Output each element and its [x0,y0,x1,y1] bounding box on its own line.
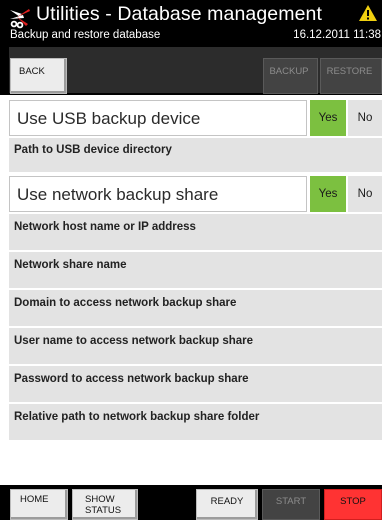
network-username-label: User name to access network backup share [14,335,254,347]
home-button[interactable]: HOME [10,489,68,520]
network-relative-path-label: Relative path to network backup share fo… [14,411,260,423]
page-subtitle: Backup and restore database [10,29,161,41]
network-username-field[interactable]: User name to access network backup share [9,328,382,364]
network-password-label: Password to access network backup share [14,373,249,385]
stop-button[interactable]: STOP [324,489,382,520]
show-status-line2: STATUS [85,505,122,516]
network-relative-path-field[interactable]: Relative path to network backup share fo… [9,404,382,440]
back-button[interactable]: BACK [10,58,67,94]
network-host-label: Network host name or IP address [14,221,196,233]
network-host-field[interactable]: Network host name or IP address [9,214,382,250]
home-button-label: HOME [20,494,49,505]
ready-button[interactable]: READY [196,489,258,520]
usb-path-label: Path to USB device directory [14,144,172,156]
show-status-line1: SHOW [85,494,115,505]
network-backup-toggle-label: Use network backup share [9,176,307,212]
network-share-label: Network share name [14,259,127,271]
network-backup-no-button[interactable]: No [348,176,382,212]
scissors-logo-icon [10,9,30,29]
network-backup-yes-button[interactable]: Yes [310,176,346,212]
show-status-button[interactable]: SHOW STATUS [72,489,138,520]
restore-button[interactable]: RESTORE [320,58,382,94]
backup-button[interactable]: BACKUP [263,58,318,94]
network-domain-label: Domain to access network backup share [14,297,237,309]
window-title: Utilities - Database management [36,3,322,25]
start-button[interactable]: START [262,489,320,520]
network-share-field[interactable]: Network share name [9,252,382,288]
clock-datetime: 16.12.2011 11:38 [293,29,381,41]
network-password-field[interactable]: Password to access network backup share [9,366,382,402]
usb-backup-toggle-label: Use USB backup device [9,100,307,136]
usb-backup-yes-button[interactable]: Yes [310,100,346,136]
network-domain-field[interactable]: Domain to access network backup share [9,290,382,326]
usb-backup-no-button[interactable]: No [348,100,382,136]
warning-triangle-icon[interactable] [358,4,378,22]
usb-path-field[interactable]: Path to USB device directory [9,138,382,172]
